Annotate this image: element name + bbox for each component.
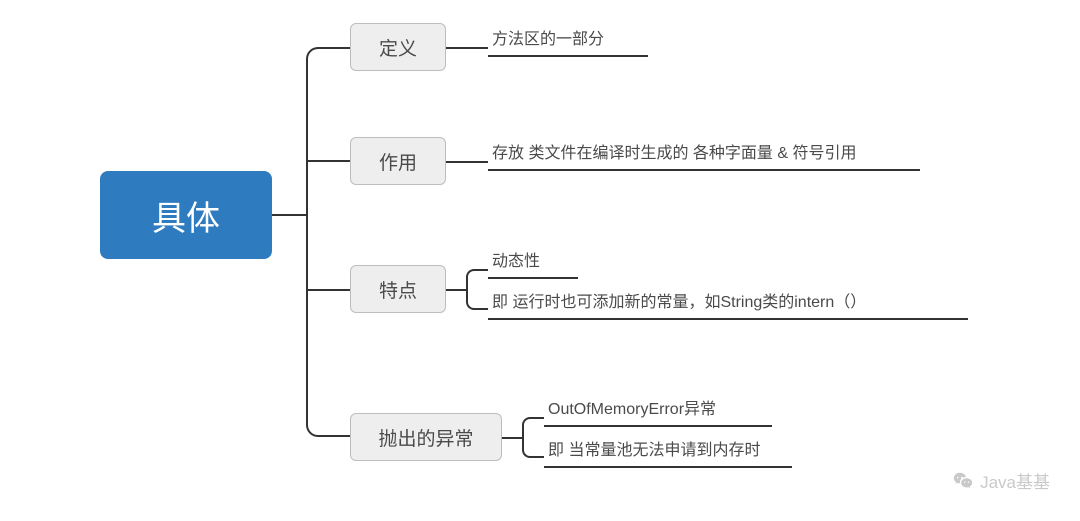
connector-stub-3 — [306, 289, 350, 291]
leaf-purpose-0: 存放 类文件在编译时生成的 各种字面量 & 符号引用 — [488, 144, 920, 171]
child-node-purpose: 作用 — [350, 137, 446, 185]
leaf-definition-0: 方法区的一部分 — [488, 30, 648, 57]
watermark: Java基基 — [952, 468, 1050, 493]
connector-exception-bus — [522, 417, 544, 458]
leaf-exception-0: OutOfMemoryError异常 — [544, 400, 772, 427]
connector-exception-stem — [502, 437, 522, 439]
child-node-definition: 定义 — [350, 23, 446, 71]
child-node-exception: 抛出的异常 — [350, 413, 502, 461]
leaf-feature-0: 动态性 — [488, 252, 578, 279]
connector-feature-bus — [466, 269, 488, 310]
connector-stub-2 — [306, 160, 350, 162]
connector-bus — [306, 47, 350, 437]
connector-def-leaf — [446, 47, 488, 49]
leaf-feature-1: 即 运行时也可添加新的常量，如String类的intern（） — [488, 293, 968, 320]
connector-feature-stem — [446, 289, 466, 291]
wechat-icon — [952, 470, 974, 492]
watermark-text: Java基基 — [980, 468, 1050, 493]
child-node-feature: 特点 — [350, 265, 446, 313]
connector-purpose-leaf — [446, 161, 488, 163]
root-node: 具体 — [100, 171, 272, 259]
leaf-exception-1: 即 当常量池无法申请到内存时 — [544, 441, 792, 468]
connector-root-stem — [272, 214, 306, 216]
